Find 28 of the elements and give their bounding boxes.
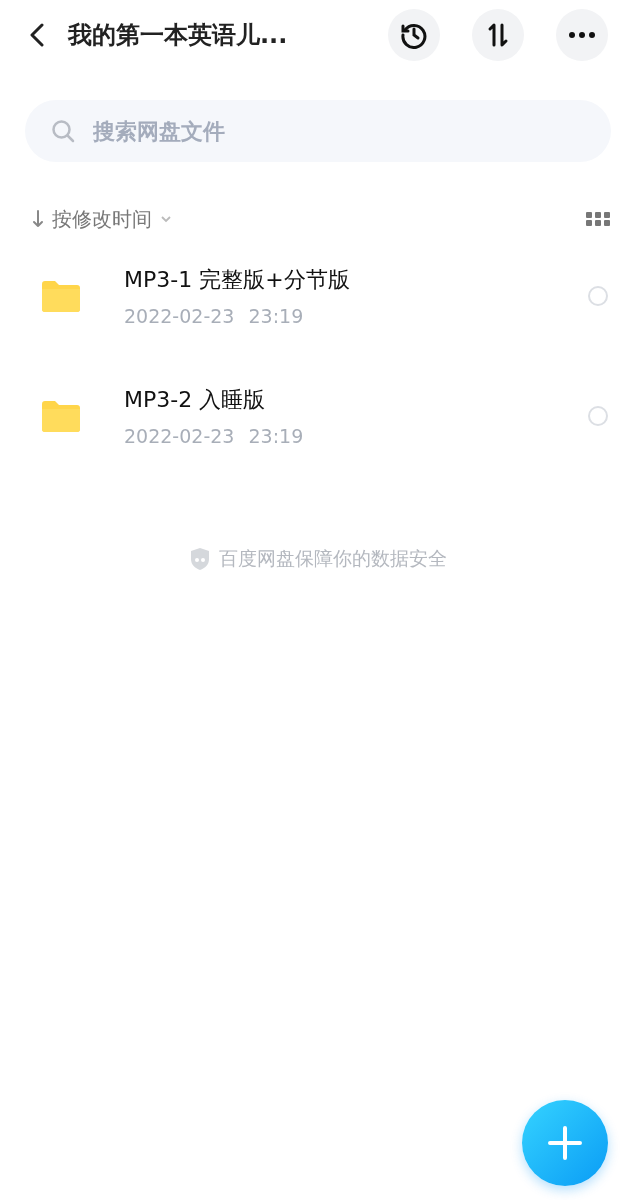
plus-icon (548, 1126, 582, 1160)
file-name: MP3-1 完整版+分节版 (124, 266, 351, 294)
file-row[interactable]: MP3-1 完整版+分节版 2022-02-23 23:19 (0, 236, 636, 356)
folder-icon (42, 280, 80, 312)
add-button[interactable] (522, 1100, 608, 1186)
back-icon (30, 23, 44, 47)
search-bar[interactable]: 搜索网盘文件 (25, 100, 611, 162)
folder-title: 我的第一本英语儿... (68, 20, 289, 51)
history-button[interactable] (388, 9, 440, 61)
grid-view-icon[interactable] (586, 212, 610, 226)
more-button[interactable] (556, 9, 608, 61)
search-icon (51, 119, 75, 143)
more-icon (569, 32, 595, 38)
sort-dropdown[interactable]: 按修改时间 (32, 205, 172, 233)
sort-order-button[interactable] (472, 9, 524, 61)
select-checkbox[interactable] (588, 406, 608, 426)
security-note: 百度网盘保障你的数据安全 (219, 546, 447, 571)
chevron-down-icon (160, 215, 172, 223)
folder-icon (42, 400, 80, 432)
file-name: MP3-2 入睡版 (124, 386, 267, 414)
file-date: 2022-02-23 23:19 (124, 305, 305, 327)
select-checkbox[interactable] (588, 286, 608, 306)
file-row[interactable]: MP3-2 入睡版 2022-02-23 23:19 (0, 356, 636, 476)
history-icon (400, 21, 428, 49)
file-date: 2022-02-23 23:19 (124, 425, 305, 447)
shield-icon (189, 547, 211, 571)
down-arrow-icon (32, 210, 44, 228)
search-field[interactable]: 搜索网盘文件 (91, 117, 585, 145)
